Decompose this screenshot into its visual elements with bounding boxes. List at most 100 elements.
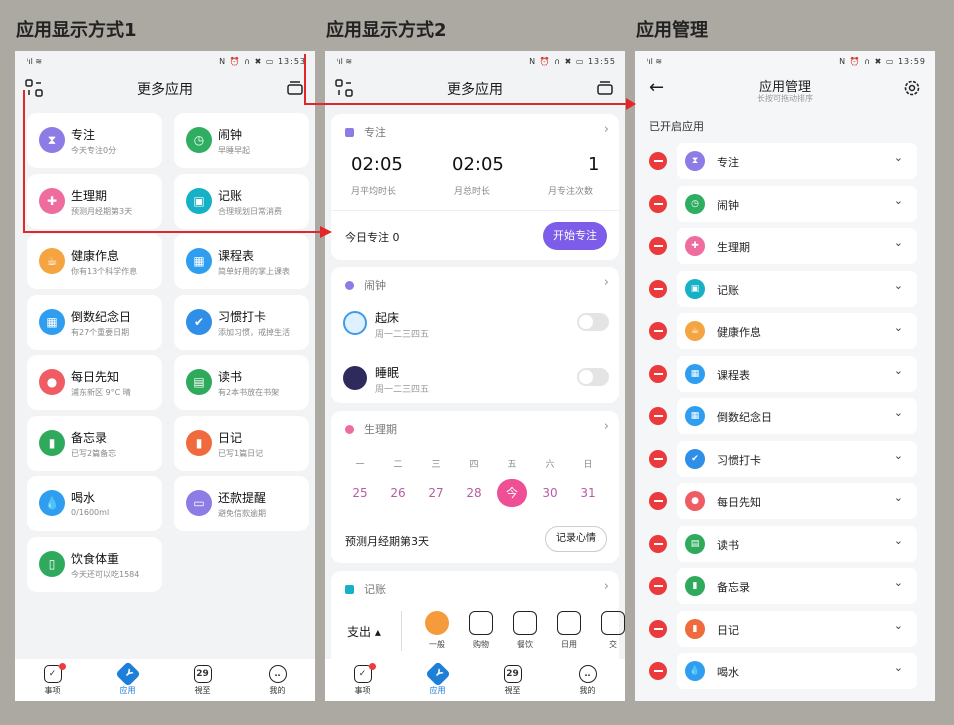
app-card[interactable]: ◷ 闹钟 早睡早起 xyxy=(174,113,309,168)
chevron-down-icon[interactable]: ⌄ xyxy=(894,661,903,674)
category-icon[interactable] xyxy=(601,611,625,635)
app-card[interactable]: ▦ 课程表 简单好用的掌上课表 xyxy=(174,234,309,289)
app-row[interactable]: ▮ 日记 ⌄ xyxy=(677,610,917,647)
remove-button[interactable] xyxy=(649,534,667,553)
alarm-panel[interactable]: 闹钟 › 起床 周一二三四五 睡眠 周一二三四五 xyxy=(331,267,619,403)
alarm-wakeup[interactable]: 起床 周一二三四五 xyxy=(343,307,613,347)
app-row[interactable]: ◷ 闹钟 ⌄ xyxy=(677,185,917,222)
chevron-down-icon[interactable]: ⌄ xyxy=(894,194,903,207)
app-card[interactable]: ⧗ 专注 今天专注0分 xyxy=(27,113,162,168)
chevron-down-icon[interactable]: ⌄ xyxy=(894,576,903,589)
remove-button[interactable] xyxy=(649,322,667,340)
app-card[interactable]: ☕ 健康作息 你有13个科学作息 xyxy=(27,234,162,289)
app-card-title: 每日先知 xyxy=(71,370,120,384)
tab-1[interactable]: Y 应用 xyxy=(400,659,475,701)
remove-button[interactable] xyxy=(649,152,667,170)
account-panel[interactable]: 记账 › 支出 ▴ 一般 购物 餐饮 日用 交 xyxy=(331,571,625,671)
tab-0[interactable]: ✓ 事项 xyxy=(15,659,90,701)
remove-button[interactable] xyxy=(649,364,667,383)
tab-1[interactable]: Y 应用 xyxy=(90,659,165,701)
app-row[interactable]: ▮ 备忘录 ⌄ xyxy=(677,568,917,604)
moon-icon xyxy=(343,366,367,390)
chevron-down-icon[interactable]: ⌄ xyxy=(894,151,903,164)
scan-icon[interactable] xyxy=(25,79,43,97)
card-view-icon[interactable] xyxy=(287,81,303,95)
calendar-day[interactable]: 30 xyxy=(535,479,565,507)
calendar-day[interactable]: 27 xyxy=(421,479,451,507)
category-icon[interactable] xyxy=(557,611,581,635)
app-card[interactable]: ▦ 倒数纪念日 有27个重要日期 xyxy=(27,294,162,350)
chevron-down-icon[interactable]: ⌄ xyxy=(894,449,903,462)
calendar-day[interactable]: 26 xyxy=(383,479,413,507)
period-panel[interactable]: 生理期 › 一 25 二 26 三 27 四 28 五今 六 30 日 31 预测月经期第3天 记录心情 xyxy=(331,411,619,563)
calendar-day[interactable]: 28 xyxy=(459,479,489,507)
app-row[interactable]: ✚ 生理期 ⌄ xyxy=(677,228,917,264)
app-card[interactable]: ▯ 饮食体重 今天还可以吃1584 xyxy=(27,536,162,592)
chevron-down-icon[interactable]: ⌄ xyxy=(894,534,903,547)
app-row[interactable]: ⧗ 专注 ⌄ xyxy=(677,143,917,179)
focus-panel[interactable]: 专注 › 02:05 02:05 1 月平均时长 月总时长 月专注次数 今日专注… xyxy=(331,114,619,260)
app-card[interactable]: ✔ 习惯打卡 添加习惯，戒掉生活 xyxy=(174,294,309,350)
settings-icon[interactable] xyxy=(903,79,921,97)
category-icon[interactable] xyxy=(469,611,493,635)
alarm-toggle[interactable] xyxy=(577,368,609,386)
app-card[interactable]: ▮ 日记 已写1篇日记 xyxy=(174,415,309,471)
chevron-down-icon[interactable]: ⌄ xyxy=(894,491,903,504)
app-row[interactable]: ● 每日先知 ⌄ xyxy=(677,483,917,519)
category-icon[interactable] xyxy=(425,611,449,635)
app-row[interactable]: ▦ 倒数纪念日 ⌄ xyxy=(677,398,917,434)
chevron-down-icon[interactable]: ⌄ xyxy=(894,321,903,334)
remove-button[interactable] xyxy=(649,577,667,595)
tab-2[interactable]: 29 視至 xyxy=(475,659,550,701)
chevron-down-icon[interactable]: ⌄ xyxy=(894,406,903,419)
scan-icon[interactable] xyxy=(335,79,353,97)
weekday-label: 四 xyxy=(469,460,479,470)
chevron-right-icon[interactable]: › xyxy=(604,275,609,290)
app-card[interactable]: ▮ 备忘录 已写2篇备忘 xyxy=(27,415,162,471)
remove-button[interactable] xyxy=(649,194,667,213)
category-label: 购物 xyxy=(473,640,489,649)
app-card[interactable]: ▤ 读书 有2本书放在书架 xyxy=(174,355,309,410)
record-mood-button[interactable]: 记录心情 xyxy=(545,526,607,552)
tab-0[interactable]: ✓ 事项 xyxy=(325,659,400,701)
calendar-day[interactable]: 31 xyxy=(573,479,603,507)
remove-button[interactable] xyxy=(649,662,667,680)
app-card[interactable]: ✚ 生理期 预测月经期第3天 xyxy=(27,173,162,229)
category-icon[interactable] xyxy=(513,611,537,635)
tab-2[interactable]: 29 視至 xyxy=(165,659,240,701)
app-row[interactable]: ☕ 健康作息 ⌄ xyxy=(677,313,917,349)
app-card[interactable]: 💧 喝水 0/1600ml xyxy=(27,476,162,531)
app-row[interactable]: 💧 喝水 ⌄ xyxy=(677,653,917,689)
alarm-sleep[interactable]: 睡眠 周一二三四五 xyxy=(343,362,613,402)
app-row[interactable]: ▣ 记账 ⌄ xyxy=(677,270,917,307)
app-row[interactable]: ▦ 课程表 ⌄ xyxy=(677,355,917,392)
app-card[interactable]: ▭ 还款提醒 避免信款逾期 xyxy=(174,476,309,531)
remove-button[interactable] xyxy=(649,619,667,638)
alarm-toggle[interactable] xyxy=(577,313,609,331)
tab-3[interactable]: ‥ 我的 xyxy=(550,659,625,701)
chevron-down-icon[interactable]: ⌄ xyxy=(894,619,903,632)
chevron-right-icon[interactable]: › xyxy=(604,579,609,594)
app-card[interactable]: ▣ 记账 合理规划日常消费 xyxy=(174,173,309,229)
calendar-day[interactable]: 25 xyxy=(345,479,375,507)
chevron-right-icon[interactable]: › xyxy=(604,419,609,434)
card-view-icon[interactable] xyxy=(597,81,613,95)
remove-button[interactable] xyxy=(649,449,667,468)
chevron-down-icon[interactable]: ⌄ xyxy=(894,364,903,377)
chevron-down-icon[interactable]: ⌄ xyxy=(894,236,903,249)
expense-selector[interactable]: 支出 ▴ xyxy=(347,623,381,640)
chevron-right-icon[interactable]: › xyxy=(604,122,609,137)
app-card[interactable]: ● 每日先知 浦东新区 9°C 晴 xyxy=(27,355,162,410)
start-focus-button[interactable]: 开始专注 xyxy=(543,222,607,250)
app-row[interactable]: ✔ 习惯打卡 ⌄ xyxy=(677,440,917,477)
tab-3[interactable]: ‥ 我的 xyxy=(240,659,315,701)
calendar-day[interactable]: 今 xyxy=(497,479,527,507)
remove-button[interactable] xyxy=(649,492,667,510)
app-row[interactable]: ▤ 读书 ⌄ xyxy=(677,525,917,562)
app-row-label: 备忘录 xyxy=(717,581,750,594)
chevron-down-icon[interactable]: ⌄ xyxy=(894,279,903,292)
status-icons: N ⏰ ∩ ✖ ▭ xyxy=(839,56,895,66)
remove-button[interactable] xyxy=(649,237,667,255)
remove-button[interactable] xyxy=(649,279,667,298)
remove-button[interactable] xyxy=(649,407,667,425)
